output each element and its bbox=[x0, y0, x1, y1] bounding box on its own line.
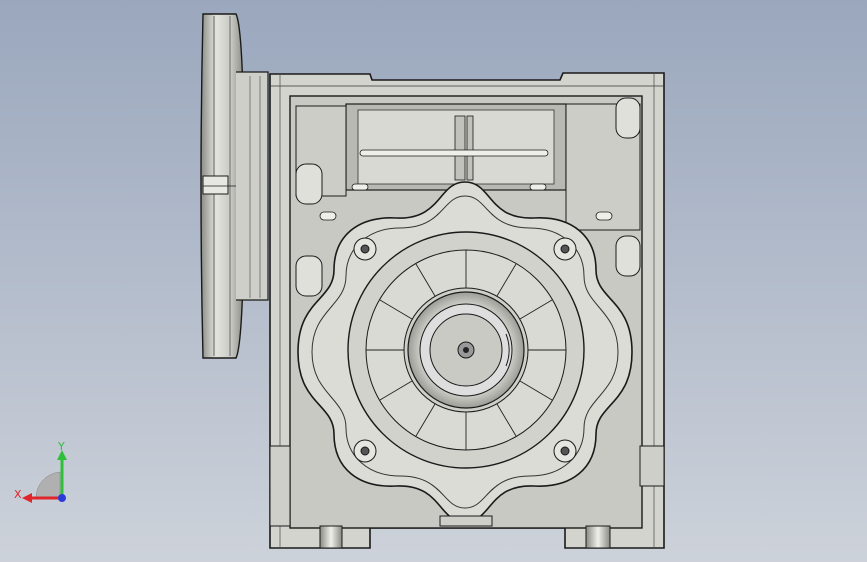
graphics-viewport[interactable]: Y X bbox=[0, 0, 867, 562]
triad-base-icon bbox=[35, 471, 61, 499]
output-hub[interactable] bbox=[407, 291, 525, 409]
axis-triad: Y X bbox=[14, 440, 67, 503]
gearbox-model[interactable] bbox=[0, 0, 867, 562]
x-axis-arrow-icon bbox=[22, 493, 32, 503]
x-axis-label: X bbox=[14, 488, 22, 501]
input-flange[interactable] bbox=[200, 13, 269, 359]
y-axis-label: Y bbox=[57, 440, 65, 453]
z-axis-icon bbox=[58, 494, 66, 502]
